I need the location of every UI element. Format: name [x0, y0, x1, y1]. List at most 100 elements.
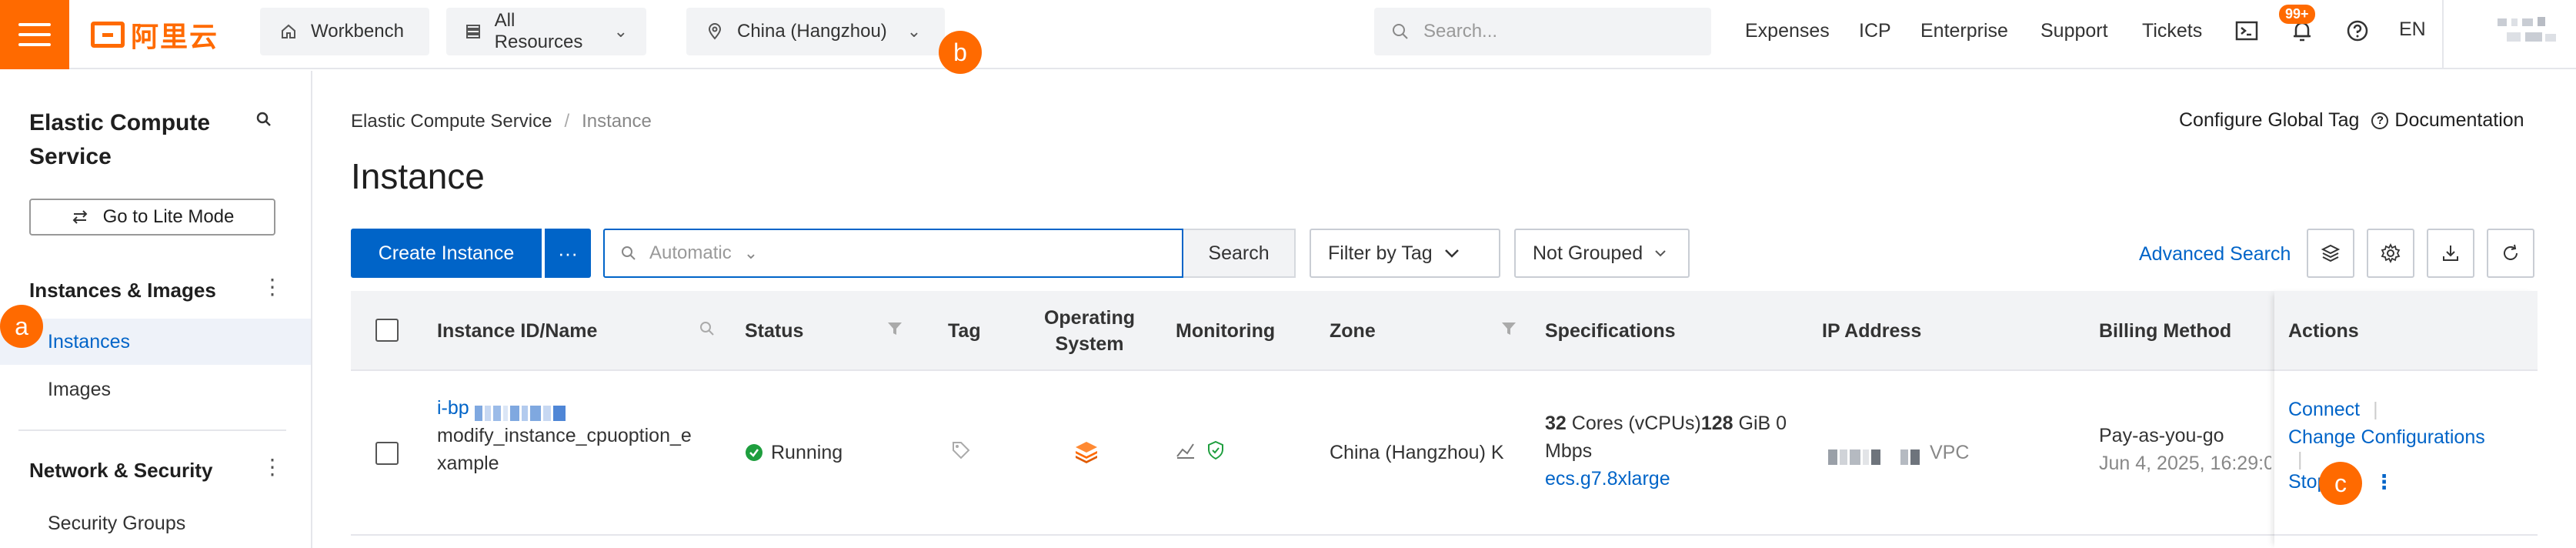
chevron-down-icon: ⌄ — [613, 22, 628, 41]
advanced-search-link[interactable]: Advanced Search — [2139, 243, 2291, 266]
more-actions-icon[interactable]: ⋮ — [2374, 468, 2394, 496]
go-to-lite-mode-button[interactable]: Go to Lite Mode — [29, 199, 275, 236]
chevron-down-icon: ⌄ — [906, 22, 922, 41]
column-search-icon[interactable] — [699, 320, 716, 341]
layers-icon[interactable] — [2307, 229, 2354, 278]
create-instance-button[interactable]: Create Instance — [351, 229, 542, 278]
zone-cell: China (Hangzhou) K — [1330, 442, 1504, 463]
search-button[interactable]: Search — [1183, 229, 1296, 278]
region-label: China (Hangzhou) — [737, 21, 887, 42]
spec-cores-unit: Cores (vCPUs) — [1571, 413, 1701, 434]
tickets-link[interactable]: Tickets — [2142, 20, 2202, 42]
sidebar-group-instances-images[interactable]: Instances & Images — [29, 279, 216, 302]
column-zone: Zone — [1330, 319, 1376, 342]
chart-icon[interactable] — [1176, 441, 1196, 459]
more-vertical-icon[interactable]: ⋮ — [262, 456, 283, 478]
row-checkbox[interactable] — [375, 442, 399, 465]
icp-link[interactable]: ICP — [1859, 20, 1891, 42]
instance-type-link[interactable]: ecs.g7.8xlarge — [1545, 465, 1807, 493]
billing-cell: Pay-as-you-go Jun 4, 2025, 16:29:0 — [2099, 422, 2271, 477]
annotation-marker-b: b — [939, 31, 982, 74]
documentation-label: Documentation — [2394, 109, 2524, 131]
terminal-icon[interactable] — [2233, 17, 2261, 45]
top-link-enterprise[interactable]: Enterprise — [1920, 0, 2008, 62]
select-all-checkbox[interactable] — [375, 319, 399, 342]
menu-hamburger-button[interactable] — [0, 0, 69, 69]
instance-id-link[interactable]: i-bp — [437, 394, 699, 422]
connect-link[interactable]: Connect — [2288, 399, 2360, 420]
region-selector[interactable]: China (Hangzhou) ⌄ — [686, 8, 945, 55]
filter-by-tag-dropdown[interactable]: Filter by Tag — [1310, 229, 1500, 278]
refresh-icon[interactable] — [2487, 229, 2534, 278]
column-specifications: Specifications — [1545, 319, 1676, 342]
configure-global-tag-link[interactable]: Configure Global Tag — [2179, 109, 2359, 132]
workbench-button[interactable]: Workbench — [260, 8, 429, 55]
more-actions-button[interactable]: ··· — [545, 229, 591, 278]
top-link-icp[interactable]: ICP — [1859, 0, 1891, 62]
documentation-link[interactable]: ? Documentation — [2371, 109, 2524, 132]
status-filter-icon[interactable] — [886, 320, 903, 341]
zone-filter-icon[interactable] — [1500, 320, 1517, 341]
location-pin-icon — [705, 22, 725, 42]
masked-instance-id — [474, 401, 568, 422]
sidebar-item-instances[interactable]: Instances — [0, 319, 311, 365]
logo-mark-icon — [91, 22, 125, 48]
search-icon — [1393, 24, 1408, 39]
home-icon — [279, 22, 299, 42]
logo-text: 阿里云 — [131, 22, 219, 53]
enterprise-link[interactable]: Enterprise — [1920, 20, 2008, 42]
check-circle-icon — [746, 444, 762, 461]
shield-check-icon[interactable] — [1206, 440, 1225, 460]
specifications-cell: 32 Cores (vCPUs)128 GiB 0 Mbps ecs.g7.8x… — [1545, 409, 1807, 493]
global-search-input[interactable]: Search... — [1374, 8, 1711, 55]
column-billing-method: Billing Method — [2099, 319, 2232, 342]
tag-icon[interactable] — [951, 440, 971, 468]
change-configurations-link[interactable]: Change Configurations — [2288, 423, 2519, 451]
hamburger-line — [18, 43, 51, 46]
top-link-expenses[interactable]: Expenses — [1745, 0, 1830, 62]
stack-icon — [465, 22, 482, 42]
action-separator: | — [2373, 399, 2378, 420]
sidebar-search-icon[interactable] — [255, 111, 272, 132]
instance-id-name-cell: i-bp modify_instance_cpuoption_example — [437, 394, 699, 477]
account-avatar[interactable] — [2491, 15, 2568, 54]
instance-table: Instance ID/Name Status Tag Operating Sy… — [351, 291, 2538, 548]
column-ip-address: IP Address — [1822, 319, 1922, 342]
column-status: Status — [745, 319, 804, 342]
settings-gear-icon[interactable] — [2367, 229, 2414, 278]
sidebar-item-images[interactable]: Images — [0, 366, 311, 413]
ip-network-type: VPC — [1930, 442, 1970, 463]
breadcrumb: Elastic Compute Service / Instance — [351, 111, 652, 132]
workbench-label: Workbench — [311, 21, 404, 42]
expenses-link[interactable]: Expenses — [1745, 20, 1830, 42]
alibaba-cloud-logo[interactable]: 阿里云 — [91, 17, 219, 53]
instance-search-input[interactable]: Automatic ⌄ — [603, 229, 1183, 278]
search-icon — [622, 246, 636, 260]
support-link[interactable]: Support — [2040, 20, 2108, 42]
sidebar-item-security-groups[interactable]: Security Groups — [0, 500, 311, 546]
table-header: Instance ID/Name Status Tag Operating Sy… — [351, 291, 2538, 371]
top-link-support[interactable]: Support — [2040, 0, 2108, 62]
ip-address-cell: VPC — [1828, 439, 1969, 466]
breadcrumb-current: Instance — [582, 111, 652, 132]
lite-mode-label: Go to Lite Mode — [102, 206, 235, 227]
language-switch[interactable]: EN — [2399, 18, 2426, 41]
sidebar-title: Elastic Compute Service — [29, 110, 211, 169]
more-vertical-icon[interactable]: ⋮ — [262, 276, 283, 298]
table-row: i-bp modify_instance_cpuoption_example R… — [351, 371, 2538, 536]
top-link-tickets[interactable]: Tickets — [2142, 0, 2202, 62]
header-actions: Configure Global Tag ? Documentation — [2179, 109, 2524, 132]
breadcrumb-root-link[interactable]: Elastic Compute Service — [351, 111, 552, 132]
all-resources-dropdown[interactable]: All Resources ⌄ — [446, 8, 646, 55]
status-cell: Running — [745, 439, 843, 466]
monitoring-cell — [1176, 440, 1225, 460]
sidebar-group-network-security[interactable]: Network & Security — [29, 459, 212, 483]
page-title: Instance — [351, 156, 485, 196]
instance-id-prefix[interactable]: i-bp — [437, 397, 469, 419]
grouping-dropdown[interactable]: Not Grouped — [1514, 229, 1690, 278]
download-icon[interactable] — [2427, 229, 2474, 278]
help-icon[interactable] — [2344, 17, 2371, 45]
search-mode-select[interactable]: Automatic — [649, 242, 732, 264]
instance-name: modify_instance_cpuoption_example — [437, 425, 692, 474]
chevron-down-icon: ⌄ — [743, 243, 759, 262]
